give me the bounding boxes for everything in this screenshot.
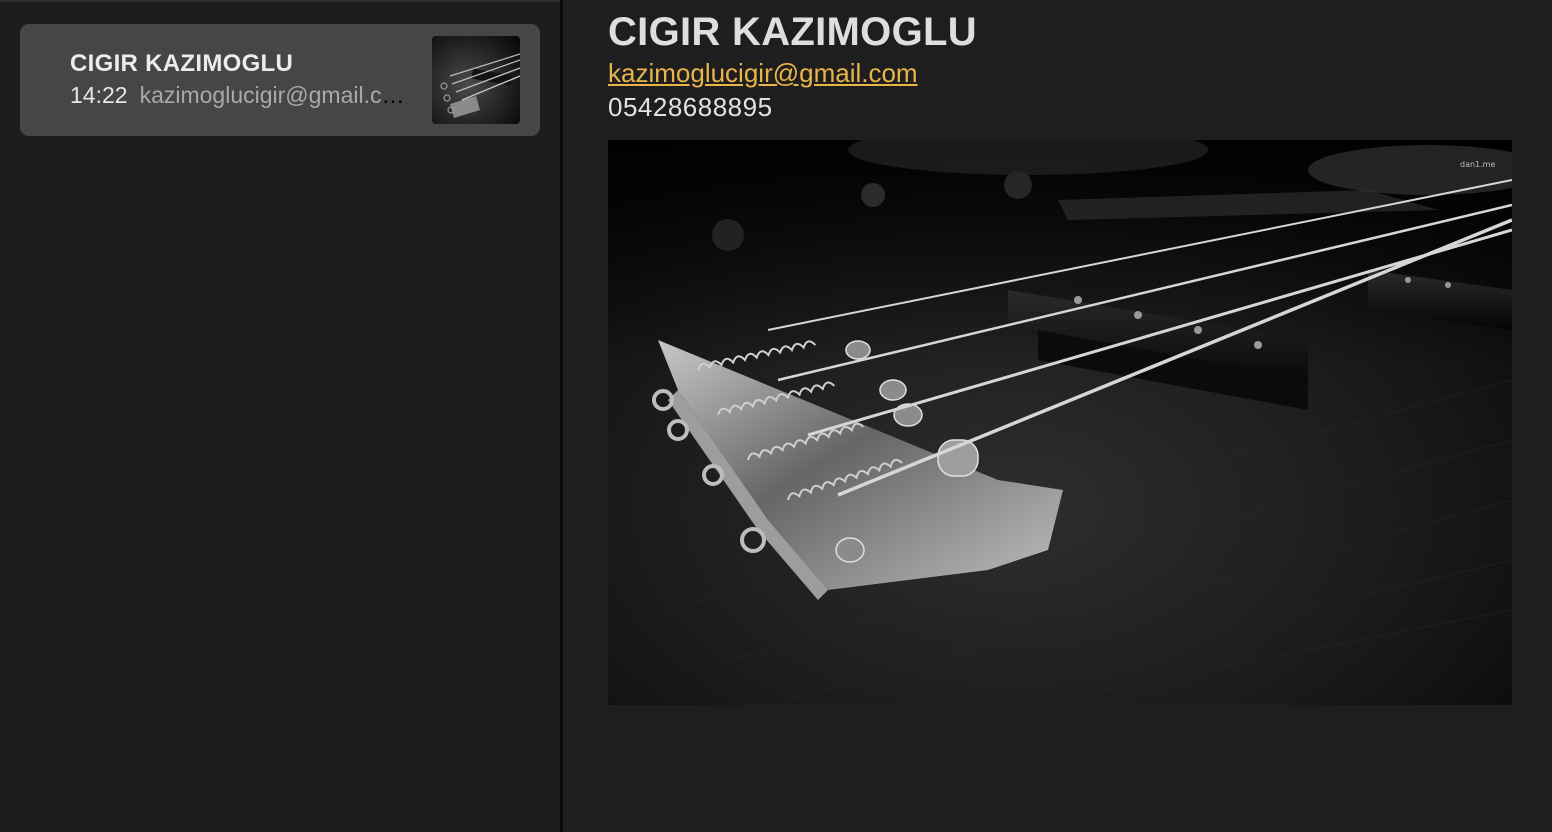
bass-guitar-thumbnail-icon	[432, 36, 520, 124]
note-list-item-selected[interactable]: CIGIR KAZIMOGLU 14:22 kazimoglucigir@gmai…	[20, 24, 540, 136]
note-list-item-preview: kazimoglucigir@gmail.com	[139, 82, 410, 108]
notes-app-window: CIGIR KAZIMOGLU 14:22 kazimoglucigir@gmai…	[0, 0, 1552, 832]
image-watermark-text: dan1.me	[1460, 160, 1495, 169]
note-list-item-time: 14:22	[70, 82, 128, 108]
notes-list-sidebar: CIGIR KAZIMOGLU 14:22 kazimoglucigir@gmai…	[0, 0, 560, 832]
note-email-link[interactable]: kazimoglucigir@gmail.com	[608, 58, 918, 89]
note-list-item-meta: 14:22 kazimoglucigir@gmail.com	[70, 82, 410, 109]
note-editor[interactable]: CIGIR KAZIMOGLU kazimoglucigir@gmail.com…	[563, 0, 1552, 832]
bass-guitar-photo[interactable]: dan1.me	[608, 140, 1512, 705]
note-list-item-thumbnail	[432, 36, 520, 124]
note-phone-number: 05428688895	[608, 92, 773, 122]
note-list-item-title: CIGIR KAZIMOGLU	[70, 50, 294, 77]
bass-guitar-bridge-image-icon: dan1.me	[608, 140, 1512, 705]
note-title: CIGIR KAZIMOGLU	[608, 10, 977, 54]
